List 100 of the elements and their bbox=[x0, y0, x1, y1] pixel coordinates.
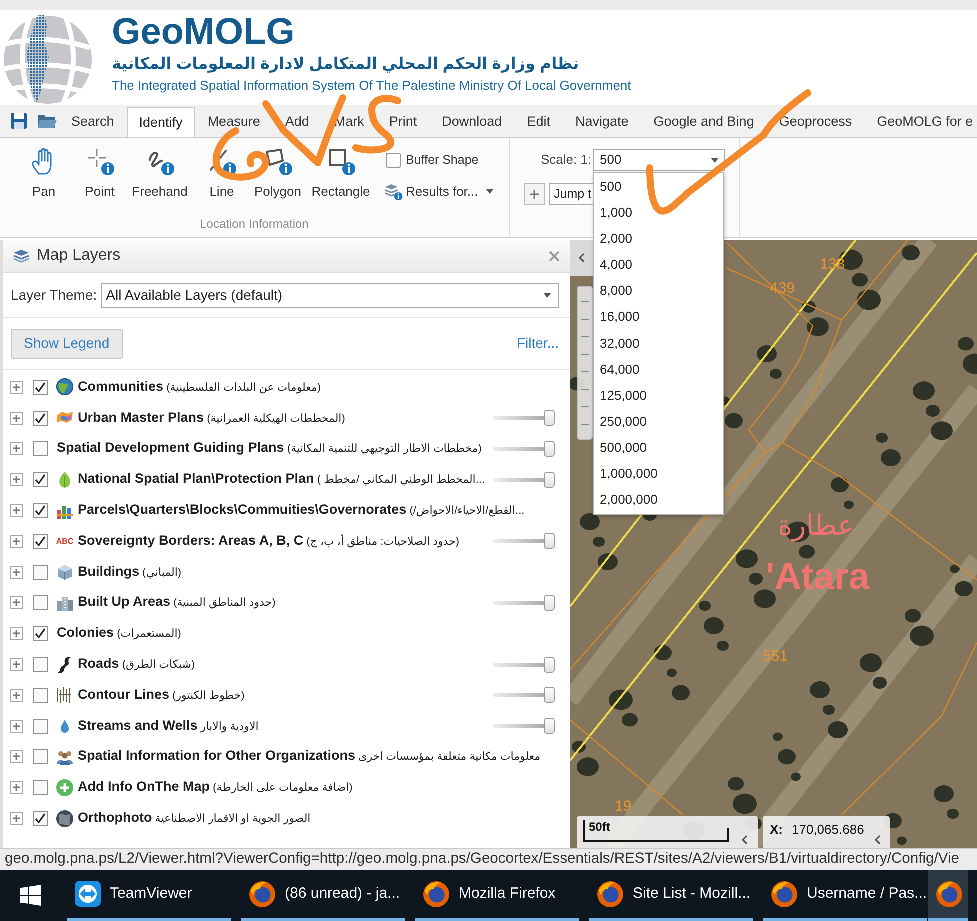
expand-icon[interactable] bbox=[10, 473, 23, 486]
scale-option[interactable]: 250,000 bbox=[594, 408, 723, 435]
ribbon-tab[interactable]: Google and Bing bbox=[641, 107, 767, 137]
tool-button[interactable]: Rectangle bbox=[304, 146, 378, 202]
ribbon-tab[interactable]: Identify bbox=[126, 107, 196, 137]
jump-to-button[interactable]: Jump t bbox=[549, 183, 594, 205]
scale-option[interactable]: 1,000,000 bbox=[594, 461, 723, 488]
zoom-tick-strip[interactable] bbox=[577, 286, 593, 440]
slider-thumb[interactable] bbox=[544, 687, 555, 704]
ribbon-tab[interactable]: Print bbox=[376, 107, 430, 137]
show-legend-button[interactable]: Show Legend bbox=[11, 328, 123, 358]
layer-checkbox[interactable] bbox=[33, 688, 48, 703]
folder-icon[interactable] bbox=[37, 113, 57, 129]
taskbar-item[interactable]: Site List - Mozill... bbox=[589, 870, 753, 921]
opacity-slider[interactable] bbox=[493, 594, 555, 611]
layer-checkbox[interactable] bbox=[33, 380, 48, 395]
scale-option[interactable]: 32,000 bbox=[594, 330, 723, 357]
scale-select[interactable]: 500 bbox=[593, 149, 725, 171]
expand-icon[interactable] bbox=[10, 658, 23, 672]
slider-thumb[interactable] bbox=[544, 440, 555, 457]
layer-checkbox[interactable] bbox=[33, 472, 48, 488]
slider-thumb[interactable] bbox=[544, 533, 555, 550]
taskbar-item[interactable]: Mozilla Firefox bbox=[415, 870, 579, 921]
scale-option[interactable]: 4,000 bbox=[594, 252, 723, 278]
layer-checkbox[interactable] bbox=[33, 534, 48, 549]
expand-icon[interactable] bbox=[10, 534, 23, 548]
opacity-slider[interactable] bbox=[493, 440, 555, 457]
scale-option[interactable]: 500,000 bbox=[594, 434, 723, 462]
layer-checkbox[interactable] bbox=[33, 657, 48, 672]
taskbar-item[interactable]: (86 unread) - ja... bbox=[241, 870, 405, 921]
expand-icon[interactable] bbox=[10, 380, 23, 394]
scale-option[interactable]: 1,000 bbox=[594, 200, 723, 226]
filter-link[interactable]: Filter... bbox=[516, 333, 559, 354]
layer-checkbox[interactable] bbox=[33, 595, 48, 610]
layer-checkbox[interactable] bbox=[33, 811, 48, 826]
slider-thumb[interactable] bbox=[544, 656, 555, 673]
slider-thumb[interactable] bbox=[544, 472, 555, 488]
layer-checkbox[interactable] bbox=[33, 441, 48, 456]
theme-select[interactable]: All Available Layers (default) bbox=[101, 282, 559, 308]
expand-icon[interactable] bbox=[10, 750, 23, 764]
layer-checkbox[interactable] bbox=[33, 564, 48, 580]
expand-icon[interactable] bbox=[10, 688, 23, 702]
buffer-checkbox[interactable] bbox=[386, 152, 401, 168]
results-menu-button[interactable]: Results for... bbox=[384, 182, 494, 202]
scale-option[interactable]: 500 bbox=[594, 174, 723, 200]
expand-icon[interactable] bbox=[10, 781, 23, 794]
ribbon-tab[interactable]: Navigate bbox=[562, 107, 642, 137]
scale-bar-label: 50ft bbox=[589, 821, 610, 833]
chevron-left-icon[interactable] bbox=[875, 835, 881, 845]
ribbon-tab[interactable]: GeoMOLG for e bbox=[864, 107, 977, 137]
scale-option[interactable]: 2,000 bbox=[594, 226, 723, 252]
layer-checkbox[interactable] bbox=[33, 410, 48, 426]
expand-icon[interactable] bbox=[10, 412, 23, 425]
scale-option[interactable]: 16,000 bbox=[594, 304, 723, 331]
scale-option[interactable]: 2,000,000 bbox=[594, 487, 723, 514]
opacity-slider[interactable] bbox=[493, 472, 555, 488]
tool-button[interactable]: Polygon bbox=[252, 146, 304, 202]
close-button[interactable] bbox=[547, 249, 561, 263]
opacity-slider[interactable] bbox=[493, 687, 555, 704]
slider-thumb[interactable] bbox=[544, 594, 555, 611]
taskbar-item[interactable]: Username / Pas... bbox=[763, 870, 927, 921]
chevron-left-icon[interactable] bbox=[742, 835, 748, 845]
ribbon-tab[interactable]: Measure bbox=[195, 107, 273, 137]
add-button[interactable] bbox=[524, 183, 545, 205]
expand-icon[interactable] bbox=[10, 596, 23, 610]
chevron-left-icon[interactable] bbox=[579, 253, 585, 263]
expand-icon[interactable] bbox=[10, 812, 23, 826]
tool-button[interactable]: Line bbox=[192, 146, 252, 202]
slider-thumb[interactable] bbox=[544, 718, 555, 734]
tool-button[interactable]: Freehand bbox=[128, 146, 192, 202]
expand-icon[interactable] bbox=[10, 566, 23, 579]
expand-icon[interactable] bbox=[10, 720, 23, 733]
ribbon-tab[interactable]: Geoprocess bbox=[766, 107, 865, 137]
tool-button[interactable]: Pan bbox=[16, 146, 72, 202]
layer-checkbox[interactable] bbox=[33, 626, 48, 642]
ribbon-tab[interactable]: Edit bbox=[514, 107, 563, 137]
scale-option[interactable]: 125,000 bbox=[594, 382, 723, 409]
opacity-slider[interactable] bbox=[493, 410, 555, 426]
layer-checkbox[interactable] bbox=[33, 749, 48, 764]
layer-checkbox[interactable] bbox=[33, 503, 48, 518]
ribbon-tab[interactable]: Download bbox=[430, 107, 515, 137]
collapse-button[interactable] bbox=[570, 240, 594, 276]
ribbon-tab[interactable]: Add bbox=[272, 107, 322, 137]
opacity-slider[interactable] bbox=[493, 533, 555, 550]
scale-option[interactable]: 8,000 bbox=[594, 278, 723, 304]
opacity-slider[interactable] bbox=[493, 718, 555, 734]
expand-icon[interactable] bbox=[10, 504, 23, 518]
expand-icon[interactable] bbox=[10, 627, 23, 640]
taskbar-item[interactable]: TeamViewer bbox=[67, 870, 231, 921]
save-icon[interactable] bbox=[10, 112, 28, 130]
tool-button[interactable]: Point bbox=[72, 146, 128, 202]
layer-checkbox[interactable] bbox=[33, 780, 48, 796]
expand-icon[interactable] bbox=[10, 442, 23, 456]
buffer-shape-label: Buffer Shape bbox=[406, 152, 479, 169]
scale-option[interactable]: 64,000 bbox=[594, 356, 723, 383]
layer-checkbox[interactable] bbox=[33, 718, 48, 734]
slider-thumb[interactable] bbox=[544, 410, 555, 426]
taskbar-item[interactable] bbox=[928, 870, 968, 921]
opacity-slider[interactable] bbox=[493, 656, 555, 673]
ribbon-tab[interactable]: Search bbox=[59, 107, 127, 137]
